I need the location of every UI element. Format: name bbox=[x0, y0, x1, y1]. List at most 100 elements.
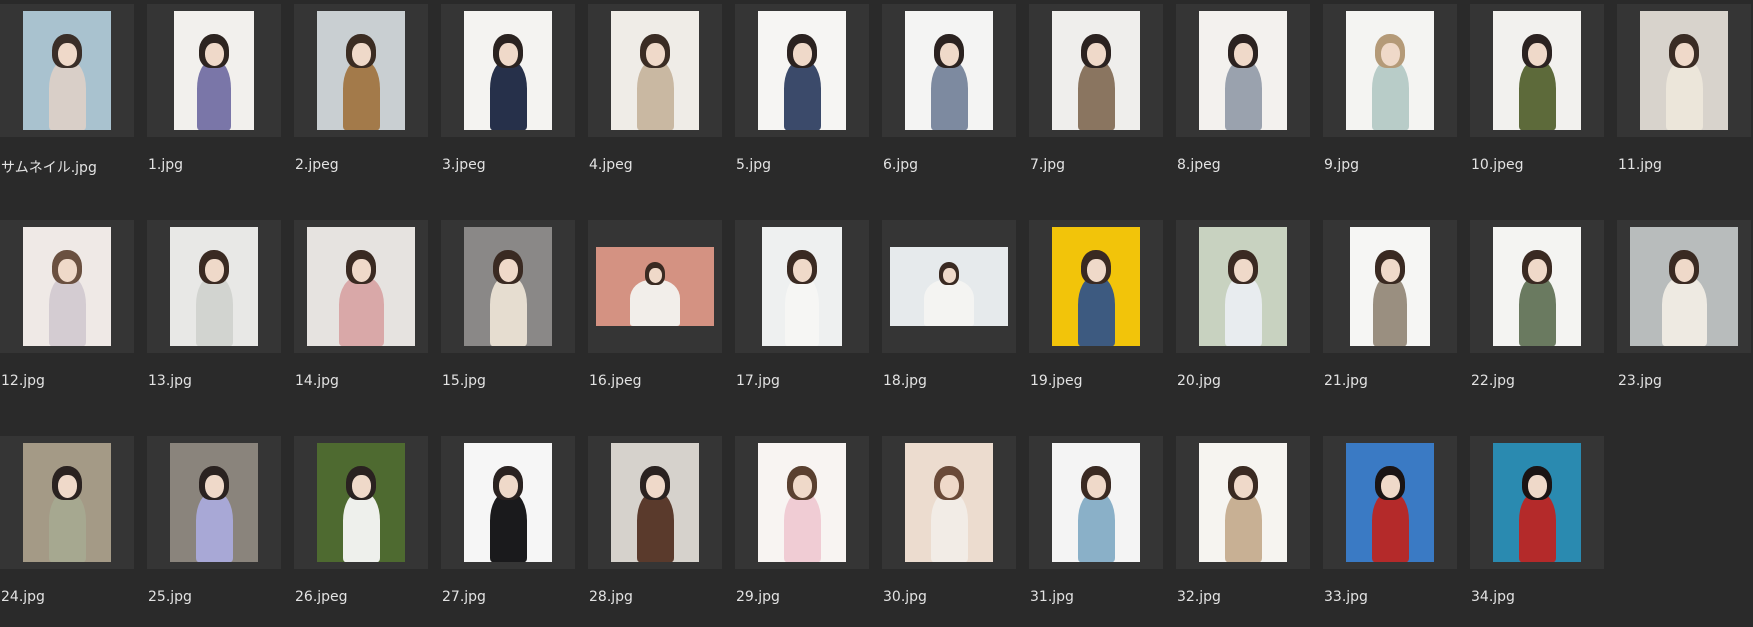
file-tile[interactable]: 2.jpeg bbox=[294, 0, 428, 210]
file-tile[interactable]: 17.jpg bbox=[735, 216, 869, 426]
thumbnail-frame bbox=[1176, 4, 1310, 137]
file-tile[interactable]: 29.jpg bbox=[735, 432, 869, 627]
figure-body bbox=[1078, 277, 1115, 346]
figure-face bbox=[205, 43, 224, 66]
figure-body bbox=[196, 493, 233, 562]
file-name-label: 31.jpg bbox=[1030, 589, 1074, 605]
file-tile[interactable]: 23.jpg bbox=[1617, 216, 1751, 426]
thumbnail-image bbox=[23, 443, 111, 562]
file-tile[interactable]: 27.jpg bbox=[441, 432, 575, 627]
file-name-label: 18.jpg bbox=[883, 373, 927, 389]
figure-face bbox=[1675, 259, 1694, 282]
figure-body bbox=[490, 61, 527, 130]
thumbnail-frame bbox=[1176, 436, 1310, 569]
file-tile[interactable]: 3.jpeg bbox=[441, 0, 575, 210]
thumbnail-image bbox=[596, 247, 714, 326]
thumbnail-frame bbox=[588, 436, 722, 569]
figure-body bbox=[343, 61, 380, 130]
file-tile[interactable]: サムネイル.jpg bbox=[0, 0, 134, 210]
file-tile[interactable]: 9.jpg bbox=[1323, 0, 1457, 210]
thumbnail-image bbox=[611, 11, 699, 130]
file-tile[interactable]: 11.jpg bbox=[1617, 0, 1751, 210]
file-tile[interactable]: 34.jpg bbox=[1470, 432, 1604, 627]
thumbnail-image bbox=[170, 227, 258, 346]
figure-body bbox=[1662, 277, 1707, 346]
file-name-label: 34.jpg bbox=[1471, 589, 1515, 605]
thumbnail-image bbox=[464, 227, 552, 346]
figure-body bbox=[1372, 493, 1409, 562]
thumbnail-image bbox=[1493, 11, 1581, 130]
file-tile[interactable]: 15.jpg bbox=[441, 216, 575, 426]
figure-face bbox=[793, 475, 812, 498]
file-tile[interactable]: 22.jpg bbox=[1470, 216, 1604, 426]
file-tile[interactable]: 32.jpg bbox=[1176, 432, 1310, 627]
file-name-label: サムネイル.jpg bbox=[1, 160, 97, 176]
file-tile[interactable]: 1.jpg bbox=[147, 0, 281, 210]
file-tile[interactable]: 7.jpg bbox=[1029, 0, 1163, 210]
file-tile[interactable]: 8.jpeg bbox=[1176, 0, 1310, 210]
figure-body bbox=[1519, 493, 1556, 562]
thumbnail-frame bbox=[147, 220, 281, 353]
file-tile[interactable]: 28.jpg bbox=[588, 432, 722, 627]
file-tile[interactable]: 20.jpg bbox=[1176, 216, 1310, 426]
thumbnail-frame bbox=[294, 220, 428, 353]
thumbnail-image bbox=[1630, 227, 1738, 346]
figure-body bbox=[49, 277, 86, 346]
file-tile[interactable]: 12.jpg bbox=[0, 216, 134, 426]
file-tile[interactable]: 10.jpeg bbox=[1470, 0, 1604, 210]
file-name-label: 29.jpg bbox=[736, 589, 780, 605]
thumbnail-frame bbox=[294, 4, 428, 137]
file-tile[interactable]: 21.jpg bbox=[1323, 216, 1457, 426]
file-tile[interactable]: 18.jpg bbox=[882, 216, 1016, 426]
figure-face bbox=[499, 259, 518, 282]
file-tile[interactable]: 30.jpg bbox=[882, 432, 1016, 627]
file-tile[interactable]: 25.jpg bbox=[147, 432, 281, 627]
file-tile[interactable]: 6.jpg bbox=[882, 0, 1016, 210]
figure-face bbox=[793, 259, 812, 282]
thumbnail-image bbox=[611, 443, 699, 562]
thumbnail-image bbox=[890, 247, 1008, 326]
figure-face bbox=[1381, 475, 1400, 498]
file-tile[interactable]: 19.jpeg bbox=[1029, 216, 1163, 426]
file-tile[interactable]: 13.jpg bbox=[147, 216, 281, 426]
figure-body bbox=[630, 280, 680, 326]
figure-face bbox=[1528, 43, 1547, 66]
figure-face bbox=[1381, 259, 1400, 282]
figure-body bbox=[931, 493, 968, 562]
file-tile[interactable]: 5.jpg bbox=[735, 0, 869, 210]
file-tile[interactable]: 33.jpg bbox=[1323, 432, 1457, 627]
figure-body bbox=[1519, 61, 1556, 130]
figure-face bbox=[1234, 259, 1253, 282]
figure-body bbox=[1078, 493, 1115, 562]
file-tile[interactable]: 31.jpg bbox=[1029, 432, 1163, 627]
file-name-label: 32.jpg bbox=[1177, 589, 1221, 605]
file-tile[interactable]: 14.jpg bbox=[294, 216, 428, 426]
figure-face bbox=[1087, 475, 1106, 498]
thumbnail-image bbox=[1199, 227, 1287, 346]
figure-body bbox=[784, 61, 821, 130]
thumbnail-frame bbox=[1176, 220, 1310, 353]
thumbnail-image bbox=[762, 227, 842, 346]
file-tile[interactable]: 4.jpeg bbox=[588, 0, 722, 210]
figure-body bbox=[784, 493, 821, 562]
file-name-label: 20.jpg bbox=[1177, 373, 1221, 389]
figure-face bbox=[793, 43, 812, 66]
thumbnail-frame bbox=[735, 4, 869, 137]
thumbnail-image bbox=[1052, 227, 1140, 346]
thumbnail-image bbox=[905, 11, 993, 130]
file-name-label: 10.jpeg bbox=[1471, 157, 1524, 173]
thumbnail-image bbox=[758, 11, 846, 130]
thumbnail-frame bbox=[147, 4, 281, 137]
thumbnail-frame bbox=[1470, 436, 1604, 569]
figure-face bbox=[1528, 259, 1547, 282]
thumbnail-frame bbox=[0, 4, 134, 137]
file-tile[interactable]: 16.jpeg bbox=[588, 216, 722, 426]
thumbnail-image bbox=[1052, 443, 1140, 562]
file-tile[interactable]: 26.jpeg bbox=[294, 432, 428, 627]
figure-body bbox=[1666, 61, 1703, 130]
file-name-label: 8.jpeg bbox=[1177, 157, 1221, 173]
file-tile[interactable]: 24.jpg bbox=[0, 432, 134, 627]
figure-body bbox=[339, 277, 384, 346]
thumbnail-frame bbox=[441, 436, 575, 569]
figure-face bbox=[499, 475, 518, 498]
